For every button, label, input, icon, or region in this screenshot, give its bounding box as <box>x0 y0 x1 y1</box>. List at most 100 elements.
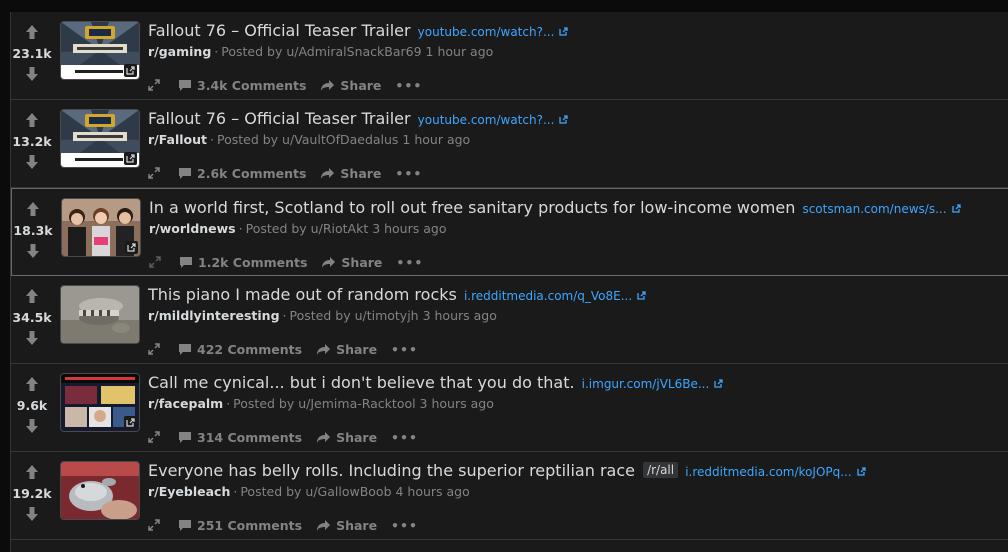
post-domain-link[interactable]: scotsman.com/news/s... <box>802 202 961 216</box>
share-button[interactable]: Share <box>316 342 377 357</box>
up-arrow-icon[interactable] <box>25 288 39 304</box>
post-title[interactable]: In a world first, Scotland to roll out f… <box>149 198 795 217</box>
post-author-info[interactable]: Posted by u/RiotAkt 3 hours ago <box>246 221 447 236</box>
post-thumbnail[interactable] <box>60 21 140 80</box>
share-button[interactable]: Share <box>316 430 377 445</box>
post-title[interactable]: This piano I made out of random rocks <box>148 285 457 304</box>
expand-button[interactable] <box>148 343 160 355</box>
more-options-button[interactable]: ••• <box>391 518 418 533</box>
post-domain-link[interactable]: i.redditmedia.com/q_Vo8E... <box>464 289 647 303</box>
expand-icon <box>148 343 160 355</box>
comments-button[interactable]: 1.2k Comments <box>179 255 307 270</box>
down-arrow-icon[interactable] <box>25 330 39 346</box>
up-arrow-icon[interactable] <box>25 112 39 128</box>
comment-bubble-icon <box>180 256 192 268</box>
post-domain-link[interactable]: youtube.com/watch?... <box>418 25 570 39</box>
comment-bubble-icon <box>179 79 191 91</box>
share-button[interactable]: Share <box>320 78 381 93</box>
post-domain: youtube.com/watch?... <box>417 113 555 127</box>
vote-score: 9.6k <box>16 398 48 413</box>
post-meta: r/facepalm · Posted by u/Jemima-Racktool 3… <box>148 396 494 411</box>
subreddit-link[interactable]: r/facepalm <box>148 396 223 411</box>
post-domain-link[interactable]: i.imgur.com/jVL6Be... <box>582 377 725 391</box>
expand-icon <box>148 519 160 531</box>
post-title[interactable]: Everyone has belly rolls. Including the … <box>148 461 635 480</box>
more-options-button[interactable]: ••• <box>395 166 422 181</box>
post-thumbnail[interactable] <box>61 198 141 257</box>
post-author-info[interactable]: Posted by u/GallowBoob 4 hours ago <box>240 484 469 499</box>
post-domain: i.redditmedia.com/q_Vo8E... <box>463 289 633 303</box>
post-card[interactable]: 23.1k Fallout 76 – Official Teaser Trail… <box>11 12 1008 100</box>
more-options-button[interactable]: ••• <box>391 342 418 357</box>
more-options-button[interactable]: ••• <box>391 430 418 445</box>
more-options-button[interactable]: ••• <box>396 255 423 270</box>
expand-button[interactable] <box>148 519 160 531</box>
expand-button[interactable] <box>148 79 160 91</box>
post-domain: scotsman.com/news/s... <box>802 202 947 216</box>
post-author-info[interactable]: Posted by u/Jemima-Racktool 3 hours ago <box>233 396 494 411</box>
post-domain: youtube.com/watch?... <box>417 25 555 39</box>
post-card[interactable]: 13.2k Fallout 76 – Official Teaser Trail… <box>11 100 1008 188</box>
down-arrow-icon[interactable] <box>25 154 39 170</box>
share-label: Share <box>336 341 378 357</box>
comments-button[interactable]: 3.4k Comments <box>178 78 306 93</box>
post-domain-link[interactable]: i.redditmedia.com/koJOPq... <box>685 465 866 479</box>
post-thumbnail[interactable] <box>60 373 140 432</box>
down-arrow-icon[interactable] <box>25 506 39 522</box>
post-title[interactable]: Fallout 76 – Official Teaser Trailer <box>148 21 411 40</box>
comments-button[interactable]: 422 Comments <box>178 342 302 357</box>
post-author-info[interactable]: Posted by u/timotyjh 3 hours ago <box>290 308 497 323</box>
vote-column: 9.6k <box>11 364 53 451</box>
post-actions: 422 Comments Share ••• <box>148 340 418 358</box>
expand-button[interactable] <box>148 167 160 179</box>
up-arrow-icon[interactable] <box>25 24 39 40</box>
post-card[interactable]: 9.6k Call me cynical... but i don't beli… <box>11 364 1008 452</box>
post-actions: 314 Comments Share ••• <box>148 428 418 446</box>
post-thumbnail[interactable] <box>60 109 140 168</box>
post-author-info[interactable]: Posted by u/AdmiralSnackBar69 1 hour ago <box>221 44 493 59</box>
post-author-info[interactable]: Posted by u/VaultOfDaedalus 1 hour ago <box>217 132 470 147</box>
subreddit-link[interactable]: r/Eyebleach <box>148 484 230 499</box>
share-label: Share <box>340 77 382 93</box>
thumbnail-image <box>61 286 139 343</box>
comments-button[interactable]: 2.6k Comments <box>178 166 306 181</box>
title-line: In a world first, Scotland to roll out f… <box>149 198 962 217</box>
expand-button[interactable] <box>149 256 161 268</box>
comments-button[interactable]: 314 Comments <box>178 430 302 445</box>
more-options-button[interactable]: ••• <box>395 78 422 93</box>
share-label: Share <box>336 429 378 445</box>
post-title[interactable]: Call me cynical... but i don't believe t… <box>148 373 575 392</box>
share-button[interactable]: Share <box>316 518 377 533</box>
post-card[interactable]: 34.5k This piano I made out of random ro… <box>11 276 1008 364</box>
external-link-icon <box>124 64 137 77</box>
meta-separator: · <box>214 44 219 59</box>
subreddit-link[interactable]: r/worldnews <box>149 221 236 236</box>
share-arrow-icon <box>321 167 335 179</box>
post-card[interactable]: 19.2k Everyone has belly rolls. Includin… <box>11 452 1008 540</box>
expand-icon <box>148 431 160 443</box>
post-thumbnail[interactable] <box>60 461 140 520</box>
subreddit-link[interactable]: r/gaming <box>148 44 211 59</box>
post-domain-link[interactable]: youtube.com/watch?... <box>418 113 570 127</box>
post-title[interactable]: Fallout 76 – Official Teaser Trailer <box>148 109 411 128</box>
post-meta: r/mildlyinteresting · Posted by u/timotyjh… <box>148 308 497 323</box>
down-arrow-icon[interactable] <box>25 418 39 434</box>
expand-button[interactable] <box>148 431 160 443</box>
post-thumbnail[interactable] <box>60 285 140 344</box>
up-arrow-icon[interactable] <box>25 376 39 392</box>
post-card[interactable]: 18.3k In a world first, Scotland to roll… <box>11 188 1008 276</box>
up-arrow-icon[interactable] <box>25 464 39 480</box>
subreddit-link[interactable]: r/Fallout <box>148 132 207 147</box>
down-arrow-icon[interactable] <box>26 243 40 259</box>
share-button[interactable]: Share <box>321 255 382 270</box>
external-link-icon <box>124 152 137 165</box>
down-arrow-icon[interactable] <box>25 66 39 82</box>
vote-score: 13.2k <box>12 134 52 149</box>
up-arrow-icon[interactable] <box>26 201 40 217</box>
share-button[interactable]: Share <box>320 166 381 181</box>
comment-bubble-icon <box>179 431 191 443</box>
thumbnail-image <box>61 462 139 519</box>
external-link-icon <box>951 204 961 213</box>
subreddit-link[interactable]: r/mildlyinteresting <box>148 308 280 323</box>
comments-button[interactable]: 251 Comments <box>178 518 302 533</box>
